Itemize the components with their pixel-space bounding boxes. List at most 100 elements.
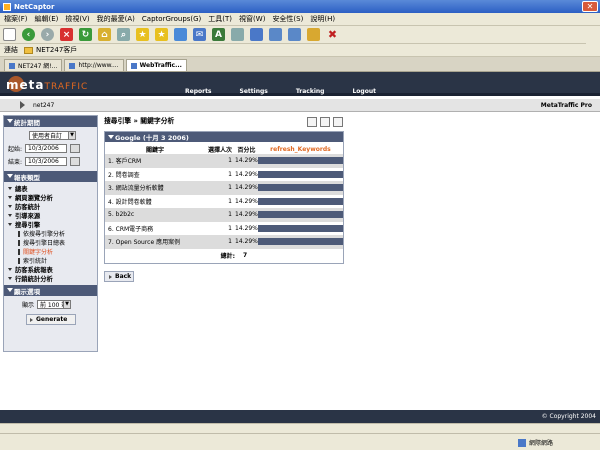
tile-window-icon[interactable] (269, 28, 282, 41)
sidebar-subitem[interactable]: 依搜尋引擎分析 (4, 229, 97, 238)
end-date-input[interactable]: 10/3/2006 (25, 157, 68, 166)
refresh-icon[interactable]: ↻ (79, 28, 92, 41)
links-item[interactable]: NET247客戶 (36, 45, 77, 55)
display-label: 顯示 (22, 302, 35, 309)
display-select[interactable]: 前 100 筆 ▼ (37, 300, 72, 309)
footer: © Copyright 2004 (0, 410, 600, 423)
percent-cell: 14.29% (235, 154, 258, 168)
nav-reports[interactable]: Reports (185, 88, 212, 95)
home-icon[interactable]: ⌂ (98, 28, 111, 41)
page-icon (69, 62, 76, 69)
period-select[interactable]: 使用者自訂 ▼ (29, 131, 76, 140)
menu-window[interactable]: 視窗(W) (239, 14, 265, 24)
email-report-icon[interactable] (333, 117, 343, 127)
print-icon[interactable] (231, 28, 244, 41)
visitors-cell: 1 (205, 235, 235, 249)
sidebar-menu-item[interactable]: 總表 (4, 184, 97, 193)
tab-bar: NET247 網!... http://www.... WebTraffic..… (0, 57, 600, 72)
generate-button[interactable]: Generate (26, 314, 76, 325)
folder-icon (24, 46, 33, 54)
nav-logout[interactable]: Logout (352, 88, 376, 95)
menu-security[interactable]: 安全性(S) (272, 14, 303, 24)
account-name: net247 (33, 101, 55, 109)
menu-help[interactable]: 說明(H) (310, 14, 335, 24)
nav-tracking[interactable]: Tracking (296, 88, 325, 95)
keyword-cell: 4. 設計問卷軟體 (108, 198, 152, 206)
sidebar-subitem[interactable]: 搜尋引擎日總表 (4, 238, 97, 247)
caret-down-icon (8, 196, 12, 199)
caret-down-icon (8, 277, 12, 280)
menu-captorgroups[interactable]: CaptorGroups(G) (142, 15, 201, 23)
refresh-keywords-link[interactable]: refresh_Keywords (258, 144, 343, 154)
total-label: 總計: (220, 252, 235, 260)
percent-cell: 14.29% (235, 197, 258, 205)
history-icon[interactable] (174, 28, 187, 41)
sidebar-menu-item[interactable]: 搜尋引擎 (4, 220, 97, 229)
display-header: 顯示選項 (4, 285, 97, 296)
account-arrow-icon (20, 101, 25, 109)
percent-cell: 14.29% (235, 181, 258, 195)
breadcrumb: 搜尋引擎 » 關鍵字分析 (104, 117, 175, 125)
end-label: 結束: (8, 159, 23, 166)
new-page-icon[interactable] (3, 28, 16, 41)
window-title: NetCaptor (14, 2, 55, 11)
col-visitors: 選擇人次 (207, 146, 232, 154)
percent-bar (257, 224, 343, 232)
tab-http[interactable]: http://www.... (64, 59, 124, 71)
col-keyword: 關鍵字 (145, 146, 164, 154)
back-button[interactable]: Back (104, 271, 134, 282)
caret-down-icon (8, 205, 12, 208)
tab-net247[interactable]: NET247 網!... (4, 59, 63, 71)
lock-icon[interactable] (307, 28, 320, 41)
horizontal-scrollbar[interactable] (0, 423, 600, 433)
print-report-icon[interactable] (320, 117, 330, 127)
font-size-icon[interactable]: A (212, 28, 225, 41)
close-all-icon[interactable]: ✖ (326, 28, 339, 41)
stop-icon[interactable]: × (60, 28, 73, 41)
tab-webtraffic[interactable]: WebTraffic... (125, 59, 187, 71)
total-value: 7 (243, 251, 248, 259)
caret-down-icon (8, 223, 12, 226)
keyword-cell: 7. Open Source 應用案例 (105, 235, 205, 249)
favorites-star-icon[interactable]: ★ (136, 28, 149, 41)
calendar-icon[interactable] (70, 144, 81, 153)
page-icon (130, 62, 137, 69)
percent-cell: 14.29% (235, 208, 258, 222)
sidebar-menu-item[interactable]: 訪客系統報表 (4, 265, 97, 274)
visitors-cell: 1 (228, 170, 232, 178)
forward-arrow-icon[interactable]: › (41, 28, 54, 41)
main-nav: Reports Settings Tracking Logout (185, 88, 404, 95)
menu-favorites[interactable]: 我的最愛(A) (97, 14, 135, 24)
add-favorite-icon[interactable]: ★ (155, 28, 168, 41)
menu-tools[interactable]: 工具(T) (208, 14, 232, 24)
calendar-icon[interactable] (70, 157, 81, 166)
bullet-bar-icon (18, 257, 20, 264)
start-date-input[interactable]: 10/3/2006 (25, 144, 68, 153)
back-arrow-icon[interactable]: ‹ (22, 28, 35, 41)
bullet-bar-icon (18, 239, 20, 246)
menu-view[interactable]: 檢視(V) (65, 14, 89, 24)
links-label: 連結 (4, 46, 18, 54)
menu-file[interactable]: 檔案(F) (4, 14, 28, 24)
nav-settings[interactable]: Settings (240, 88, 268, 95)
bullet-bar-icon (18, 248, 20, 255)
search-icon[interactable]: ⌕ (117, 28, 130, 41)
sidebar-menu-item[interactable]: 網頁瀏覽分析 (4, 193, 97, 202)
visitors-cell: 1 (228, 197, 232, 205)
toolbar: ‹ › × ↻ ⌂ ⌕ ★ ★ ✉ A ✖ (0, 26, 600, 44)
menu-bar: 檔案(F) 編輯(E) 檢視(V) 我的最愛(A) CaptorGroups(G… (0, 13, 600, 26)
sidebar-subitem[interactable]: 索引統計 (4, 256, 97, 265)
sidebar-menu-item[interactable]: 引導來源 (4, 211, 97, 220)
sidebar-subitem-active[interactable]: 關鍵字分析 (4, 247, 97, 256)
export-icon[interactable] (307, 117, 317, 127)
close-button[interactable]: ✕ (582, 1, 598, 12)
mail-icon[interactable]: ✉ (193, 28, 206, 41)
menu-edit[interactable]: 編輯(E) (35, 14, 59, 24)
keyword-cell: 1. 客戶CRM (105, 154, 205, 168)
sidebar-menu-item[interactable]: 訪客統計 (4, 202, 97, 211)
cascade-window-icon[interactable] (288, 28, 301, 41)
visitors-cell: 1 (228, 224, 232, 232)
keyword-panel: Google (十月 3 2006) 關鍵字 選擇人次 百分比 refresh_… (104, 131, 344, 264)
sidebar-menu-item[interactable]: 行銷統計分析 (4, 274, 97, 283)
edit-icon[interactable] (250, 28, 263, 41)
